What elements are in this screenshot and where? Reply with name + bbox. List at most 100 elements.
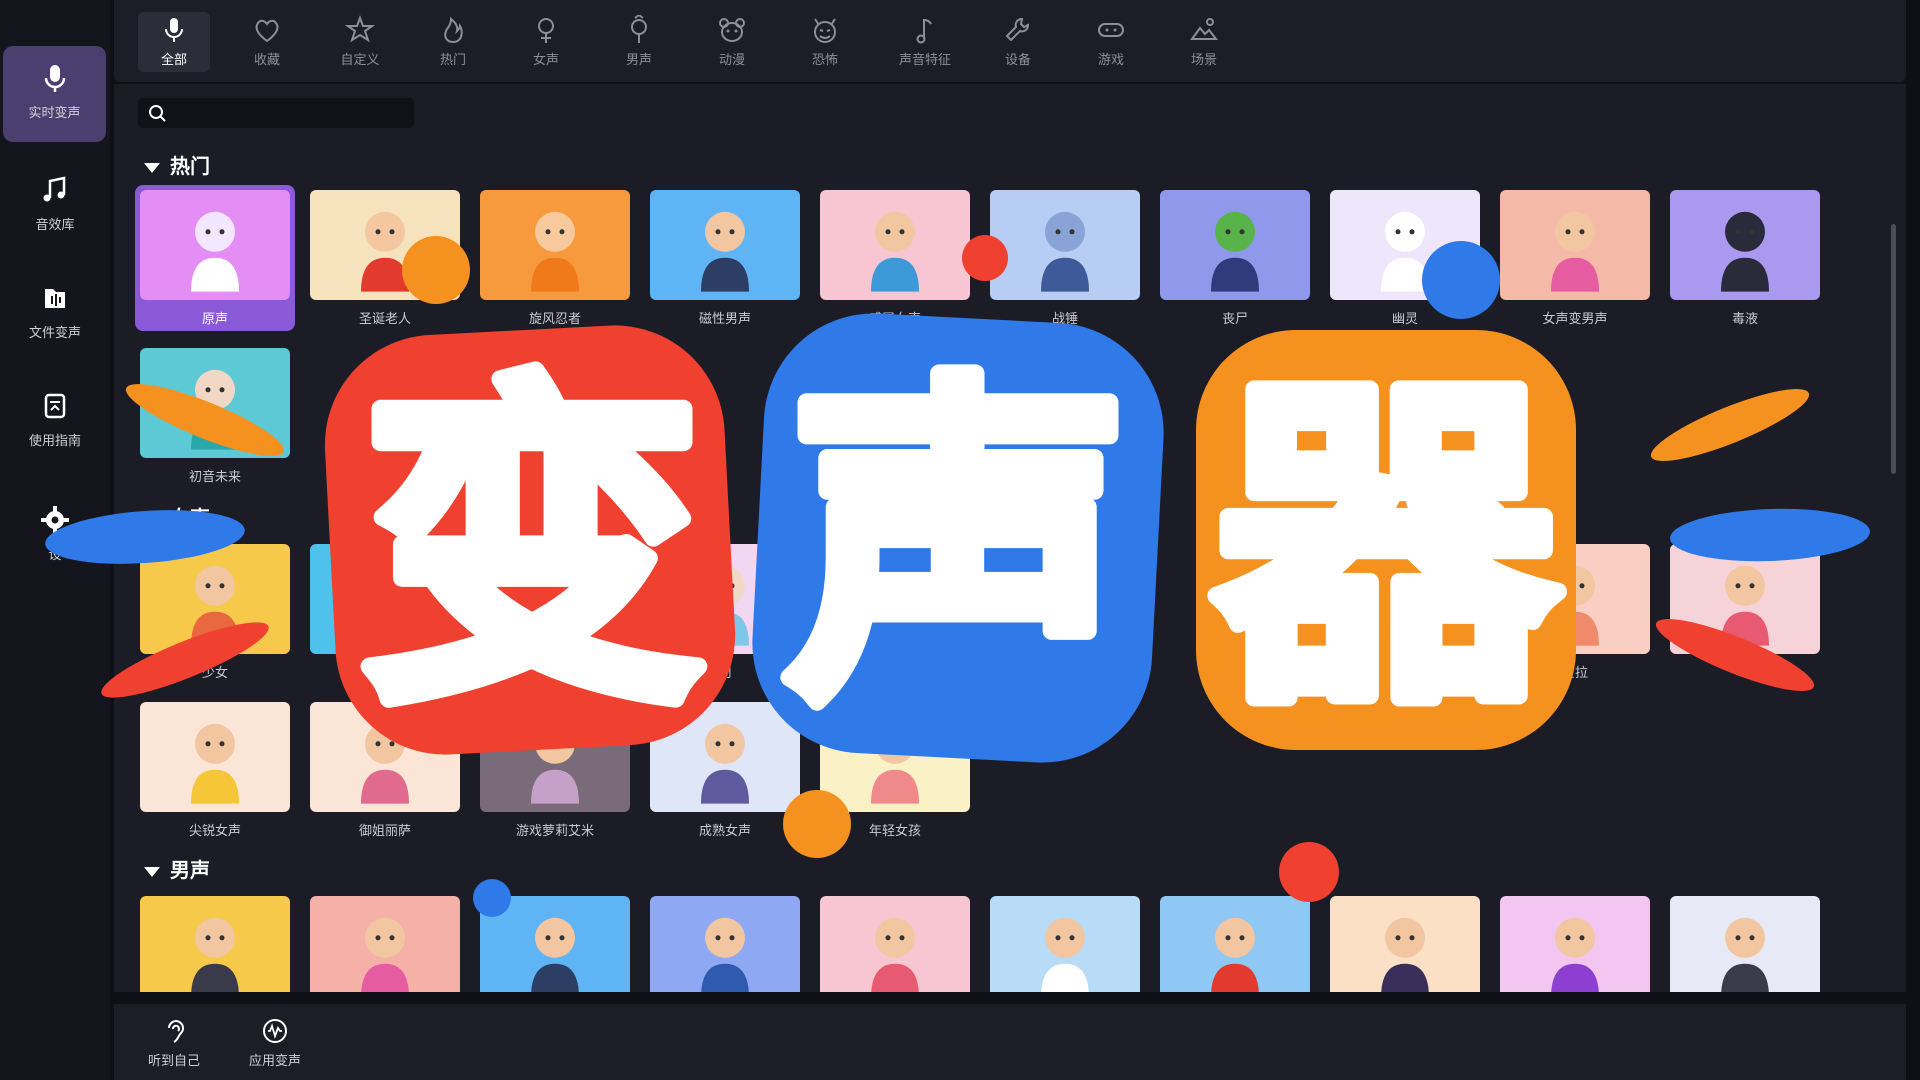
sidebar-item-settings[interactable]: 设 — [0, 488, 110, 584]
character-illustration — [871, 211, 919, 292]
character-illustration — [871, 917, 919, 992]
voice-card[interactable] — [140, 896, 290, 992]
sidebar-item-label: 使用指南 — [28, 434, 81, 449]
voice-card-label: 御姐丽萨 — [358, 824, 411, 839]
character-illustration — [701, 917, 749, 992]
character-illustration — [1721, 565, 1769, 646]
voice-card-label: 原声 — [201, 312, 228, 327]
character-illustration — [191, 723, 239, 804]
tab-horror[interactable]: 恐怖 — [789, 12, 861, 72]
voice-card[interactable] — [650, 190, 800, 300]
tab-label: 全部 — [160, 53, 187, 68]
voice-card[interactable] — [140, 348, 290, 458]
voice-card[interactable] — [990, 896, 1140, 992]
category-bar: 全部 收藏 自定义 热门 女声 男声 动漫 恐怖 声音特征 设备 游戏 场景 — [114, 0, 1906, 82]
voice-card-label: 女声变男声 — [1542, 312, 1608, 327]
voice-card[interactable] — [1670, 544, 1820, 654]
voice-card[interactable] — [1330, 190, 1480, 300]
character-illustration — [531, 723, 579, 804]
file-audio-icon — [45, 289, 65, 308]
character-illustration — [361, 211, 409, 292]
character-illustration — [191, 917, 239, 992]
tab-label: 恐怖 — [811, 53, 838, 68]
voice-card-label: 感冒女声 — [868, 312, 921, 327]
character-illustration — [191, 565, 239, 646]
voice-card[interactable] — [480, 190, 630, 300]
voice-card[interactable] — [310, 702, 460, 812]
search-input[interactable] — [138, 98, 414, 128]
voice-card[interactable] — [480, 702, 630, 812]
sidebar-item-file-voice[interactable]: 文件变声 — [0, 266, 110, 362]
sidebar-item-label: 文件变声 — [28, 326, 81, 341]
voice-card-label: 游戏萝莉艾米 — [515, 824, 594, 839]
character-illustration — [1041, 917, 1089, 992]
section-female-title[interactable]: 女声 — [144, 502, 210, 531]
section-hot-title[interactable]: 热门 — [144, 150, 210, 179]
voice-card-label: 旋风忍者 — [528, 312, 581, 327]
voice-card[interactable] — [820, 190, 970, 300]
voice-card[interactable] — [650, 702, 800, 812]
voice-card[interactable] — [650, 896, 800, 992]
voice-card[interactable] — [990, 190, 1140, 300]
sidebar-item-guide[interactable]: 使用指南 — [0, 374, 110, 470]
search-icon — [149, 105, 166, 122]
tab-scenes[interactable]: 场景 — [1168, 12, 1240, 72]
tab-favorites[interactable]: 收藏 — [231, 12, 303, 72]
microphone-icon — [44, 65, 65, 92]
tab-label: 游戏 — [1097, 53, 1124, 68]
scrollbar[interactable] — [1891, 224, 1896, 474]
tab-anime[interactable]: 动漫 — [696, 12, 768, 72]
sidebar-item-sound-library[interactable]: 音效库 — [0, 158, 110, 254]
voice-card[interactable] — [140, 544, 290, 654]
voice-card-label: 年轻女孩 — [868, 824, 921, 839]
voice-card-label: 丧尸 — [1221, 312, 1248, 327]
voice-wave-icon — [263, 1019, 287, 1043]
devil-icon — [814, 18, 836, 43]
tab-games[interactable]: 游戏 — [1075, 12, 1147, 72]
voice-card[interactable] — [1500, 896, 1650, 992]
listen-self-button[interactable]: 听到自己 — [129, 1012, 219, 1069]
character-illustration — [1721, 917, 1769, 992]
ear-icon — [168, 1020, 184, 1043]
tab-female[interactable]: 女声 — [510, 12, 582, 72]
tab-all[interactable]: 全部 — [138, 12, 210, 72]
voice-card[interactable] — [310, 896, 460, 992]
voice-card[interactable] — [140, 190, 290, 300]
voice-card[interactable] — [1500, 190, 1650, 300]
voice-card[interactable] — [820, 896, 970, 992]
character-illustration — [1551, 917, 1599, 992]
voice-card[interactable] — [140, 702, 290, 812]
tab-male[interactable]: 男声 — [603, 12, 675, 72]
bottom-toolbar: 听到自己 应用变声 — [114, 1004, 1906, 1080]
tab-custom[interactable]: 自定义 — [324, 12, 396, 72]
voice-card[interactable] — [1160, 190, 1310, 300]
landscape-icon — [1190, 18, 1219, 40]
tab-devices[interactable]: 设备 — [982, 12, 1054, 72]
character-illustration — [531, 211, 579, 292]
voice-card[interactable] — [1330, 896, 1480, 992]
voice-card[interactable] — [480, 896, 630, 992]
tab-label: 自定义 — [340, 53, 380, 68]
voice-card[interactable] — [650, 544, 800, 654]
character-illustration — [1381, 211, 1429, 292]
character-illustration — [1211, 211, 1259, 292]
fire-icon — [444, 16, 463, 44]
voice-card[interactable] — [310, 544, 460, 654]
voice-card[interactable] — [1160, 896, 1310, 992]
bear-icon — [719, 18, 745, 42]
section-male-title[interactable]: 男声 — [144, 854, 210, 883]
guide-icon — [44, 393, 66, 419]
sidebar-item-realtime-voice[interactable]: 实时变声 — [3, 46, 106, 142]
tab-hot[interactable]: 热门 — [417, 12, 489, 72]
collapse-arrow-icon — [144, 514, 160, 525]
voice-card[interactable] — [820, 702, 970, 812]
voice-card-label: 战锤 — [1051, 312, 1078, 327]
voice-card[interactable] — [310, 190, 460, 300]
voice-card[interactable] — [1500, 544, 1650, 654]
character-illustration — [191, 369, 239, 450]
voice-card[interactable] — [1670, 896, 1820, 992]
apply-voice-button[interactable]: 应用变声 — [230, 1012, 320, 1069]
voice-card[interactable] — [1670, 190, 1820, 300]
collapse-arrow-icon — [144, 866, 160, 877]
tab-voice-features[interactable]: 声音特征 — [882, 12, 968, 72]
